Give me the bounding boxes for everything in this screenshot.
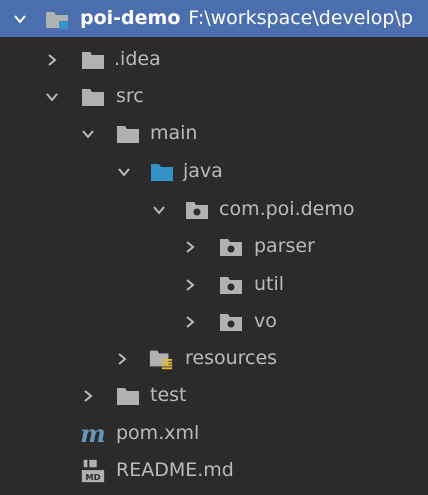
chevron-down-icon[interactable] xyxy=(114,153,134,190)
package-icon xyxy=(184,191,210,228)
source-root-folder-icon xyxy=(149,153,175,190)
tree-label: src xyxy=(116,85,144,107)
tree-row-java[interactable]: java xyxy=(0,153,428,190)
tree-row-readme-md[interactable]: MD README.md xyxy=(0,452,428,489)
tree-label: com.poi.demo xyxy=(219,198,355,220)
folder-icon xyxy=(80,41,106,78)
tree-label: parser xyxy=(254,235,315,257)
tree-row-util[interactable]: util xyxy=(0,266,428,303)
chevron-right-icon[interactable] xyxy=(180,266,200,303)
tree-label: test xyxy=(150,384,187,406)
project-path: F:\workspace\develop\p xyxy=(188,7,413,29)
tree-label: main xyxy=(150,122,198,144)
chevron-down-icon[interactable] xyxy=(10,0,30,37)
tree-label: java xyxy=(183,160,223,182)
chevron-right-icon[interactable] xyxy=(180,303,200,340)
project-name: poi-demo xyxy=(80,7,181,29)
tree-label: pom.xml xyxy=(116,422,200,444)
folder-icon xyxy=(80,78,106,115)
tree-label: README.md xyxy=(116,459,234,481)
chevron-right-icon[interactable] xyxy=(42,41,62,78)
package-icon xyxy=(218,266,244,303)
tree-row-vo[interactable]: vo xyxy=(0,303,428,340)
tree-row-test[interactable]: test xyxy=(0,377,428,414)
folder-icon xyxy=(115,115,141,152)
tree-row-parser[interactable]: parser xyxy=(0,228,428,265)
chevron-right-icon[interactable] xyxy=(112,340,132,377)
tree-row-resources[interactable]: resources xyxy=(0,340,428,377)
tree-row-pom-xml[interactable]: m pom.xml xyxy=(0,415,428,452)
tree-row-main[interactable]: main xyxy=(0,115,428,152)
chevron-right-icon[interactable] xyxy=(78,377,98,414)
tree-label: util xyxy=(254,273,285,295)
resources-folder-icon xyxy=(148,340,174,377)
tree-row-src[interactable]: src xyxy=(0,78,428,115)
chevron-down-icon[interactable] xyxy=(149,191,169,228)
tree-label: .idea xyxy=(114,48,161,70)
tree-row-com-poi-demo[interactable]: com.poi.demo xyxy=(0,191,428,228)
chevron-right-icon[interactable] xyxy=(180,228,200,265)
tree-row-project-root[interactable]: poi-demo F:\workspace\develop\p xyxy=(0,0,428,37)
project-tree: poi-demo F:\workspace\develop\p .idea src… xyxy=(0,0,428,495)
folder-icon xyxy=(115,377,141,414)
chevron-down-icon[interactable] xyxy=(78,115,98,152)
markdown-icon: MD xyxy=(80,452,106,489)
module-folder-icon xyxy=(44,0,70,37)
chevron-down-icon[interactable] xyxy=(42,78,62,115)
maven-icon: m xyxy=(80,419,106,448)
tree-label: resources xyxy=(185,347,278,369)
tree-label: vo xyxy=(254,310,277,332)
package-icon xyxy=(218,228,244,265)
tree-row-idea[interactable]: .idea xyxy=(0,41,428,78)
package-icon xyxy=(218,303,244,340)
svg-text:MD: MD xyxy=(85,471,100,481)
